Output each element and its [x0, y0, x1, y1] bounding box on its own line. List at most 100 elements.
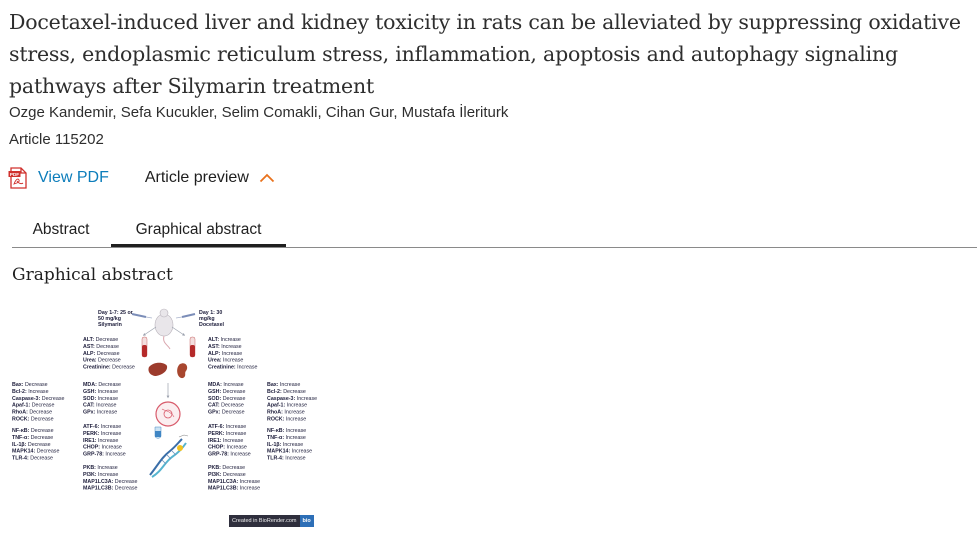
marker-entry: ATF-6: Increase [208, 424, 246, 430]
marker-entry: IL-1β: Increase [267, 442, 303, 448]
arrow-right [171, 326, 186, 336]
biorender-credit: Created in BioRender.com bio [229, 515, 314, 527]
marker-entry: ALT: Decrease [83, 337, 118, 343]
marker-entry: PKB: Increase [83, 465, 118, 471]
article-preview-label: Article preview [144, 169, 249, 186]
right-er-stress: ATF-6: IncreasePERK: IncreaseIRE1: Incre… [208, 424, 251, 458]
marker-entry: Creatinine: Increase [208, 365, 258, 371]
marker-entry: MAP1LC3A: Decrease [83, 479, 138, 485]
marker-entry: IL-1β: Decrease [12, 442, 51, 448]
right-dose-line: Docetaxel [199, 322, 225, 328]
dna-icon [149, 434, 189, 478]
svg-text:PDF: PDF [10, 172, 19, 177]
section-heading: Graphical abstract [12, 265, 173, 285]
pdf-icon: PDF [8, 167, 27, 189]
view-pdf-label: View PDF [38, 169, 109, 186]
left-dose-line: Silymarin [98, 322, 122, 328]
marker-entry: GSH: Increase [83, 389, 118, 395]
marker-entry: Caspase-3: Increase [267, 396, 317, 402]
far-left-inflammation: NF-κB: DecreaseTNF-α: DecreaseIL-1β: Dec… [12, 428, 59, 462]
view-pdf-link[interactable]: PDF View PDF [8, 167, 109, 189]
docetaxel-syringe-icon [175, 313, 196, 319]
biorender-logo: bio [299, 515, 314, 527]
marker-entry: Apaf-1: Increase [267, 403, 307, 409]
marker-entry: Urea: Decrease [83, 358, 121, 364]
marker-entry: PI3K: Decrease [208, 472, 246, 478]
left-autophagy: PKB: IncreasePI3K: IncreaseMAP1LC3A: Dec… [83, 465, 138, 492]
marker-entry: GRP-78: Increase [208, 452, 251, 458]
article-title: Docetaxel-induced liver and kidney toxic… [9, 10, 961, 98]
test-tube-icon [154, 426, 162, 439]
marker-entry: PERK: Increase [208, 431, 246, 437]
marker-entry: NF-κB: Increase [267, 428, 306, 434]
left-dose-block: Day 1-7: 25 or 50 mg/kg Silymarin [98, 310, 133, 328]
marker-entry: TNF-α: Increase [267, 435, 306, 441]
marker-entry: Caspase-3: Decrease [12, 396, 64, 402]
liver-icon [148, 362, 168, 376]
marker-entry: NF-κB: Decrease [12, 428, 54, 434]
far-right-apoptosis: Bax: IncreaseBcl-2: DecreaseCaspase-3: I… [267, 382, 317, 423]
marker-entry: Bcl-2: Decrease [267, 389, 306, 395]
article-number: Article 115202 [9, 131, 104, 148]
arrow-left [142, 326, 157, 336]
marker-entry: CAT: Increase [83, 403, 117, 409]
marker-entry: ALP: Increase [208, 351, 242, 357]
marker-entry: CHOP: Increase [208, 445, 247, 451]
right-oxidative: MDA: IncreaseGSH: DecreaseSOD: DecreaseC… [208, 382, 245, 416]
marker-entry: MDA: Increase [208, 382, 244, 388]
marker-entry: GPx: Increase [83, 410, 117, 416]
kidney-icon [177, 363, 188, 379]
marker-entry: ALP: Decrease [83, 351, 120, 357]
left-er-stress: ATF-6: IncreasePERK: IncreaseIRE1: Incre… [83, 424, 126, 458]
marker-entry: ATF-6: Increase [83, 424, 121, 430]
marker-entry: TNF-α: Decrease [12, 435, 53, 441]
marker-entry: SOD: Decrease [208, 396, 245, 402]
marker-entry: RhoA: Increase [267, 410, 305, 416]
blood-tube-icon [189, 336, 196, 358]
cell-icon [155, 401, 181, 427]
rat-icon [154, 308, 174, 350]
tab-abstract[interactable]: Abstract [12, 214, 110, 245]
marker-entry: IRE1: Increase [83, 438, 118, 444]
left-oxidative: MDA: DecreaseGSH: IncreaseSOD: IncreaseC… [83, 382, 121, 416]
marker-entry: GSH: Decrease [208, 389, 245, 395]
left-serum-markers: ALT: DecreaseAST: DecreaseALP: DecreaseU… [83, 337, 135, 371]
author-list: Ozge Kandemir, Sefa Kucukler, Selim Coma… [9, 104, 509, 121]
marker-entry: Bcl-2: Increase [12, 389, 49, 395]
marker-entry: PI3K: Increase [83, 472, 118, 478]
chevron-up-icon [259, 173, 275, 183]
marker-entry: Urea: Increase [208, 358, 243, 364]
marker-entry: PKB: Decrease [208, 465, 245, 471]
biorender-credit-text: Created in BioRender.com [229, 515, 300, 527]
marker-entry: TLR-4: Decrease [12, 456, 53, 462]
far-left-apoptosis: Bax: DecreaseBcl-2: IncreaseCaspase-3: D… [12, 382, 64, 423]
right-dose-block: Day 1: 30 mg/kg Docetaxel [199, 310, 225, 328]
marker-entry: Bax: Decrease [12, 382, 48, 388]
graphical-abstract-figure: Day 1-7: 25 or 50 mg/kg Silymarin Day 1:… [12, 308, 317, 492]
marker-entry: TLR-4: Increase [267, 456, 306, 462]
marker-entry: ROCK: Increase [267, 417, 306, 423]
blood-tube-icon [141, 336, 148, 358]
marker-entry: GRP-78: Increase [83, 452, 126, 458]
right-autophagy: PKB: DecreasePI3K: DecreaseMAP1LC3A: Inc… [208, 465, 260, 492]
far-right-inflammation: NF-κB: IncreaseTNF-α: IncreaseIL-1β: Inc… [267, 428, 312, 462]
marker-entry: AST: Decrease [83, 344, 119, 350]
marker-entry: MAPK14: Increase [267, 449, 312, 455]
marker-entry: IRE1: Increase [208, 438, 243, 444]
article-actions: PDF View PDF Article preview [8, 165, 275, 191]
marker-entry: MAP1LC3B: Increase [208, 486, 260, 492]
marker-entry: ALT: Increase [208, 337, 241, 343]
abstract-tabs: Abstract Graphical abstract [12, 214, 977, 248]
marker-entry: SOD: Increase [83, 396, 118, 402]
marker-entry: Bax: Increase [267, 382, 300, 388]
marker-entry: MDA: Decrease [83, 382, 121, 388]
tab-graphical-abstract[interactable]: Graphical abstract [111, 214, 286, 247]
marker-entry: Creatinine: Decrease [83, 365, 135, 371]
marker-entry: AST: Increase [208, 344, 242, 350]
article-preview-toggle[interactable]: Article preview [145, 169, 275, 187]
marker-entry: PERK: Increase [83, 431, 121, 437]
marker-entry: MAP1LC3A: Increase [208, 479, 260, 485]
marker-entry: MAP1LC3B: Decrease [83, 486, 138, 492]
marker-entry: CHOP: Increase [83, 445, 122, 451]
marker-entry: GPx: Decrease [208, 410, 245, 416]
